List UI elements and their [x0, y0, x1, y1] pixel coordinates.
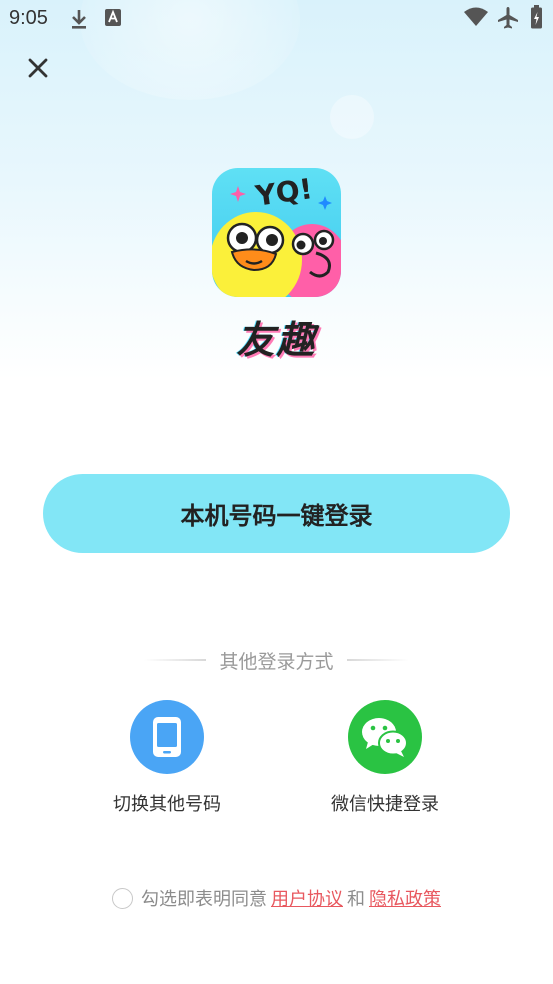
- switch-number-option[interactable]: 切换其他号码: [87, 700, 247, 816]
- phone-icon: [153, 717, 181, 757]
- wifi-icon: [463, 7, 489, 31]
- agreement-prefix: 勾选即表明同意: [141, 889, 267, 910]
- battery-icon: [530, 5, 543, 33]
- privacy-policy-link[interactable]: 隐私政策: [369, 885, 441, 911]
- wechat-login-label: 微信快捷登录: [331, 794, 439, 815]
- background-decoration: [330, 95, 374, 139]
- other-login-divider: 其他登录方式: [0, 647, 553, 673]
- other-login-title: 其他登录方式: [219, 650, 334, 673]
- divider-line-left: [144, 659, 207, 661]
- close-icon: [28, 58, 48, 78]
- download-icon: [69, 8, 89, 34]
- agreement-conjunction: 和: [347, 889, 365, 910]
- user-agreement-link[interactable]: 用户协议: [271, 885, 343, 911]
- one-click-login-button[interactable]: 本机号码一键登录: [43, 474, 510, 553]
- wechat-login-option[interactable]: 微信快捷登录: [305, 700, 465, 816]
- wechat-login-button[interactable]: [348, 700, 422, 774]
- a-keyboard-icon: [104, 8, 122, 32]
- switch-number-button[interactable]: [130, 700, 204, 774]
- divider-line-right: [346, 659, 409, 661]
- agreement-row: 勾选即表明同意 用户协议 和 隐私政策: [0, 885, 553, 911]
- agreement-checkbox[interactable]: [112, 887, 133, 909]
- app-logo: YQ!: [212, 168, 341, 297]
- status-bar: 9:05: [0, 0, 553, 36]
- wechat-icon: [362, 718, 408, 757]
- app-name: 友趣: [236, 318, 317, 362]
- close-button[interactable]: [22, 52, 54, 84]
- switch-number-label: 切换其他号码: [113, 794, 221, 815]
- status-time: 9:05: [9, 7, 48, 29]
- airplane-mode-icon: [496, 6, 520, 34]
